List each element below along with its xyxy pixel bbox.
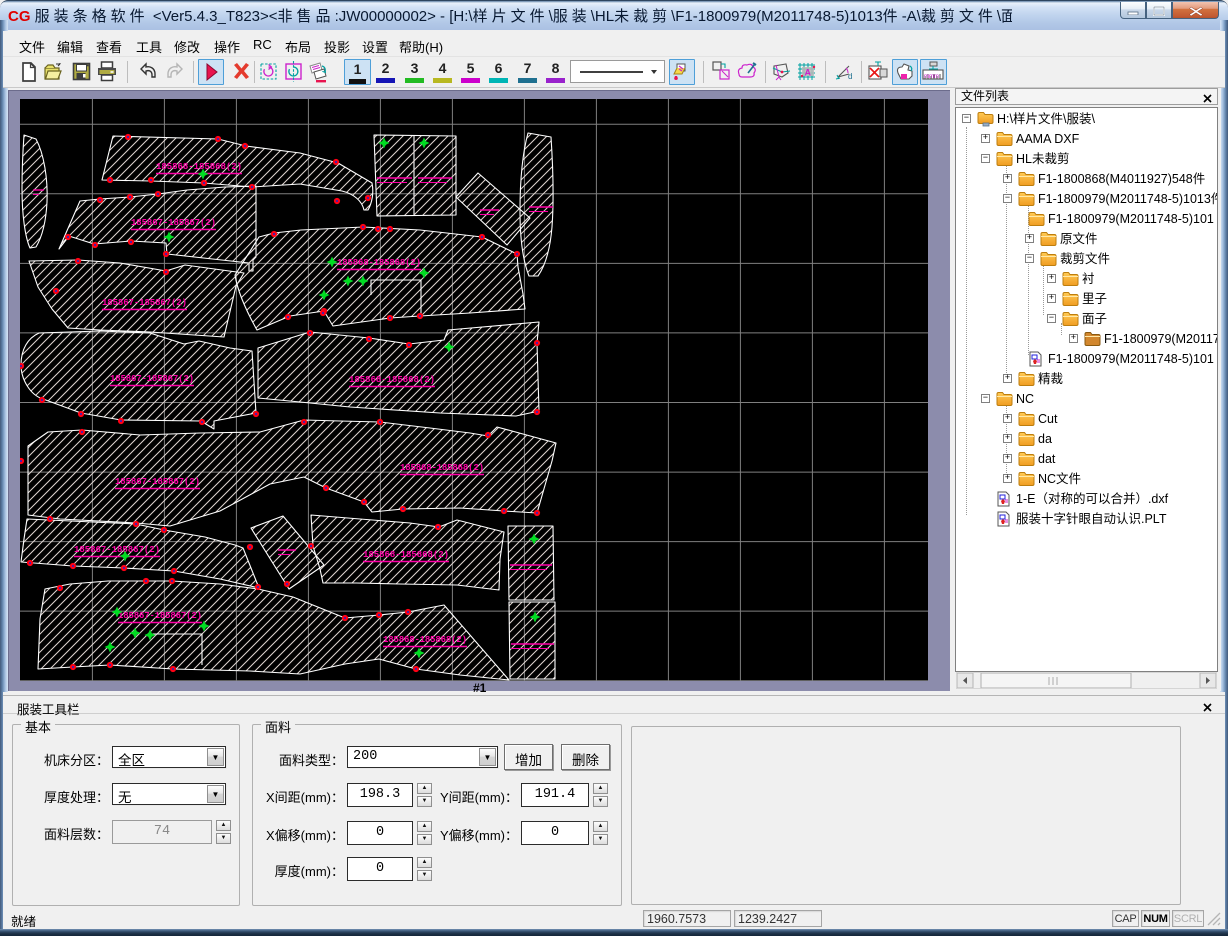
svg-text:185868-185868(2): 185868-185868(2): [400, 463, 484, 473]
svg-text:A: A: [805, 68, 812, 78]
svg-text:mmm: mmm: [924, 74, 939, 80]
svg-text:185867-185867(2): 185867-185867(2): [131, 218, 216, 228]
svg-text:185868-185868(2): 185868-185868(2): [337, 258, 421, 268]
svg-text:185868-185868(2): 185868-185868(2): [363, 550, 449, 560]
svg-text:185868-185868(2): 185868-185868(2): [349, 375, 435, 385]
svg-text:d: d: [848, 72, 852, 81]
svg-text:185867-185867(2): 185867-185867(2): [110, 374, 194, 384]
svg-text:185868-185868(2): 185868-185868(2): [156, 162, 242, 172]
svg-text:185867-185867(2): 185867-185867(2): [74, 545, 160, 555]
svg-text:185867-185867(2): 185867-185867(2): [118, 611, 202, 621]
svg-text:185867-185867(2): 185867-185867(2): [115, 477, 200, 487]
svg-text:185868-185868(2): 185868-185868(2): [383, 635, 467, 645]
svg-text:185867-185867(2): 185867-185867(2): [102, 298, 187, 308]
